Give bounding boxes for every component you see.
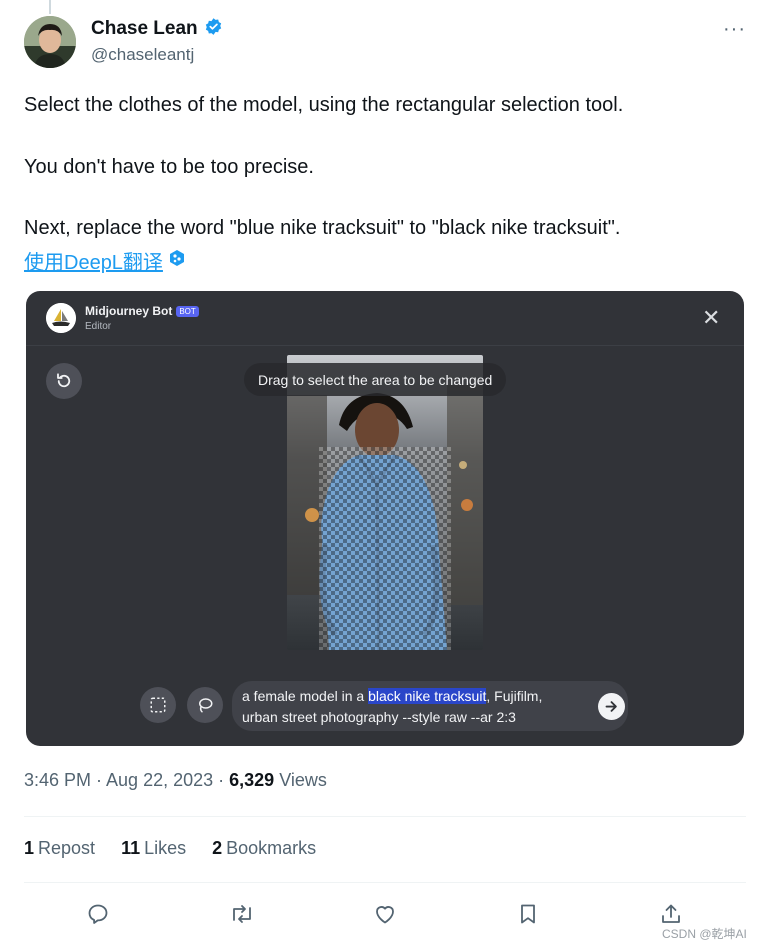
bookmark-button[interactable] [512,898,544,930]
midjourney-bot-avatar [46,303,76,333]
reposts-count: 1 [24,838,35,858]
deepl-logo-icon [169,249,185,273]
model-photo[interactable] [287,355,483,650]
like-icon [376,906,394,924]
close-icon[interactable]: ✕ [702,305,720,331]
selection-hint-tooltip: Drag to select the area to be changed [244,363,507,396]
divider [24,882,746,883]
bot-name: Midjourney Bot [85,304,173,318]
author-name-row[interactable]: Chase Lean [91,17,223,41]
author-name[interactable]: Chase Lean [91,18,198,40]
translate-link[interactable]: 使用DeepL翻译 [24,246,185,275]
verified-badge-icon [204,17,223,41]
reposts-stat[interactable]: 1 Repost [24,838,95,859]
bookmark-icon [521,904,535,924]
tweet-text-line-1: Select the clothes of the model, using t… [24,94,624,116]
undo-button[interactable] [46,363,82,399]
divider [24,816,746,817]
tweet-metadata: 3:46 PM · Aug 22, 2023 · 6,329 Views [24,770,327,791]
prompt-input[interactable]: a female model in a black nike tracksuit… [232,681,628,731]
likes-label: Likes [144,838,187,858]
more-options-icon[interactable]: ··· [723,18,746,41]
like-button[interactable] [369,898,401,930]
rectangle-select-tool[interactable] [140,687,176,723]
bot-name-row: Midjourney Bot BOT [85,304,199,318]
views-label: Views [274,770,327,790]
reposts-label: Repost [38,838,96,858]
rectangle-select-icon [150,697,166,713]
tweet-text-line-2: You don't have to be too precise. [24,156,314,178]
tweet-timestamp[interactable]: 3:46 PM · Aug 22, 2023 · [24,770,229,790]
thread-connector-line [49,0,51,14]
author-handle[interactable]: @chaseleantj [91,45,194,65]
repost-icon [233,905,251,923]
translate-label[interactable]: 使用DeepL翻译 [24,246,163,275]
prompt-text-before: a female model in a [242,688,369,704]
media-screenshot[interactable]: Midjourney Bot BOT Editor ✕ Drag to sele… [26,291,744,746]
editor-header: Midjourney Bot BOT Editor ✕ [26,291,744,346]
arrow-right-icon [605,701,617,712]
bot-badge: BOT [176,305,199,317]
prompt-text-highlight: black nike tracksuit [368,688,487,704]
likes-count: 11 [121,838,141,858]
editor-subtitle: Editor [85,321,112,332]
likes-stat[interactable]: 11 Likes [121,838,186,859]
repost-button[interactable] [226,898,258,930]
bookmarks-count: 2 [212,838,223,858]
submit-button[interactable] [598,693,625,720]
prompt-text[interactable]: a female model in a black nike tracksuit… [242,686,562,728]
lasso-icon [199,698,213,713]
bookmarks-stat[interactable]: 2 Bookmarks [212,838,316,859]
views-count: 6,329 [229,770,275,790]
engagement-stats: 1 Repost 11 Likes 2 Bookmarks [24,838,316,859]
undo-icon [57,373,71,388]
watermark: CSDN @乾坤AI [662,927,747,941]
reply-button[interactable] [82,898,114,930]
reply-icon [88,904,108,924]
share-icon [662,904,680,923]
lasso-select-tool[interactable] [187,687,223,723]
tweet-text-line-3: Next, replace the word "blue nike tracks… [24,217,621,239]
bookmarks-label: Bookmarks [226,838,317,858]
author-avatar[interactable] [24,16,76,68]
